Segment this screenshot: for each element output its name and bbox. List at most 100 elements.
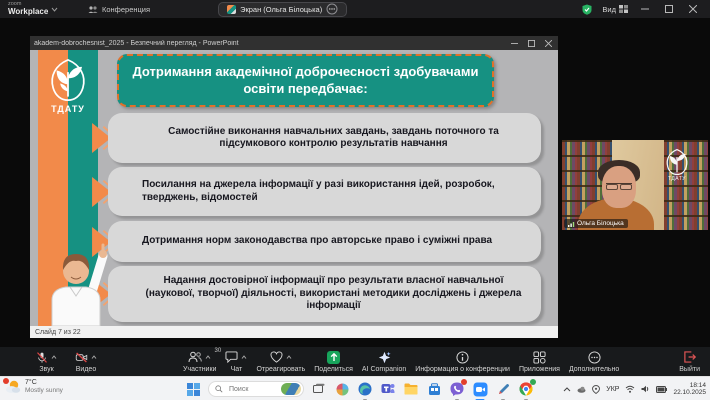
shared-screen-powerpoint: akadem-dobrochesnist_2025 - Безпечний пе…	[30, 36, 558, 338]
clock-time: 18:14	[689, 381, 706, 389]
onedrive-icon[interactable]	[577, 385, 586, 394]
video-button[interactable]: Видео	[75, 351, 97, 373]
tab-screen-share[interactable]: Экран (Ольга Білоцька)	[218, 1, 348, 17]
share-icon	[327, 350, 341, 364]
video-watermark: ТДАТУ	[664, 148, 690, 182]
tdatu-logo-label: ТДАТУ	[51, 104, 85, 114]
participant-video-tile[interactable]: ТДАТУ Ольга Білоцька	[562, 140, 708, 230]
start-button[interactable]	[185, 381, 201, 397]
participants-count-badge: 30	[214, 347, 222, 354]
copilot-icon	[336, 383, 348, 395]
tdatu-leaf-logo	[51, 58, 85, 102]
leave-icon	[684, 351, 697, 363]
task-view-button[interactable]	[311, 381, 327, 397]
participant-name: Ольга Білоцька	[577, 220, 624, 227]
weather-icon	[3, 378, 21, 394]
shield-icon[interactable]	[582, 4, 592, 15]
more-button[interactable]: Дополнительно	[568, 350, 620, 373]
leave-button[interactable]: Выйти	[679, 351, 700, 373]
powerpoint-window-title: akadem-dobrochesnist_2025 - Безпечний пе…	[34, 39, 239, 47]
view-button-label: Вид	[602, 4, 616, 14]
mic-muted-icon	[37, 351, 47, 363]
minimize-icon	[641, 8, 649, 10]
tab-meeting[interactable]: Конференция	[80, 0, 158, 18]
chat-icon	[225, 351, 238, 363]
share-screen-button[interactable]: Поделиться	[314, 350, 353, 373]
copilot-button[interactable]	[334, 381, 350, 397]
viber-icon[interactable]	[449, 379, 467, 400]
location-icon[interactable]	[592, 384, 601, 394]
tdatu-logo: ТДАТУ	[36, 58, 100, 114]
info-icon	[456, 350, 469, 364]
participants-button[interactable]: 30 Участники	[183, 348, 221, 373]
search-icon	[215, 385, 223, 393]
screen-thumbnail	[227, 4, 237, 14]
task-view-icon	[313, 383, 325, 393]
video-label: Видео	[75, 365, 97, 373]
chat-button[interactable]: Чат	[225, 351, 247, 373]
heart-icon	[270, 351, 283, 363]
search-input[interactable]	[227, 384, 273, 394]
ai-companion-label: AI Companion	[361, 365, 407, 373]
zoom-titlebar: zoom Workplace Конференция Экран (Ольга …	[0, 0, 710, 18]
ai-companion-button[interactable]: AI Companion	[362, 351, 406, 373]
apps-icon	[533, 350, 546, 364]
teams-icon[interactable]	[380, 381, 396, 397]
chat-label: Чат	[230, 365, 243, 373]
person-illustration	[51, 243, 108, 326]
meeting-info-button[interactable]: Информация о конференции	[415, 350, 510, 373]
slide-bullet: Надання достовірної інформації про резул…	[108, 266, 541, 322]
chevron-up-icon[interactable]	[91, 355, 97, 359]
camera-muted-icon	[75, 352, 88, 362]
chevron-up-icon[interactable]	[241, 355, 247, 359]
taskbar-clock[interactable]: 18:14 22.10.2025	[673, 382, 706, 397]
maximize-icon	[665, 5, 673, 13]
participants-label: Участники	[183, 365, 217, 373]
chevron-up-icon[interactable]	[286, 355, 292, 359]
react-button[interactable]: Отреагировать	[256, 351, 305, 373]
watermark-label: ТДАТУ	[668, 176, 686, 182]
taskbar-search[interactable]	[208, 381, 304, 397]
ai-companion-icon	[378, 351, 391, 363]
weather-widget[interactable]: 7°C Mostly sunny	[3, 378, 63, 395]
tray-caret-icon[interactable]	[563, 386, 571, 392]
file-explorer-icon[interactable]	[403, 381, 419, 397]
edge-icon[interactable]	[357, 381, 373, 400]
slide-bullet: Посилання на джерела інформації у разі в…	[108, 167, 541, 216]
participant-name-label: Ольга Білоцька	[564, 219, 628, 228]
slide-bullet: Дотримання норм законодавства про авторс…	[108, 221, 541, 262]
react-label: Отреагировать	[256, 365, 306, 373]
search-daily-image[interactable]	[281, 383, 301, 395]
leave-label: Выйти	[679, 365, 700, 373]
chevron-up-icon[interactable]	[51, 355, 57, 359]
ellipsis-icon[interactable]	[326, 3, 338, 15]
powerpoint-statusbar: Слайд 7 из 22	[30, 326, 558, 338]
maximize-button[interactable]	[662, 2, 676, 16]
minimize-button[interactable]	[638, 2, 652, 16]
battery-icon[interactable]	[656, 385, 668, 393]
tdatu-leaf-logo	[666, 148, 688, 176]
zoom-workplace-menu[interactable]: zoom Workplace	[0, 2, 72, 16]
apps-button[interactable]: Приложения	[519, 350, 560, 373]
zoom-workplace-window: zoom Workplace Конференция Экран (Ольга …	[0, 0, 710, 400]
chevron-up-icon[interactable]	[205, 355, 211, 359]
zoom-app-icon[interactable]	[472, 381, 488, 400]
chevron-down-icon	[51, 7, 58, 12]
language-indicator[interactable]: УКР	[606, 386, 619, 393]
wifi-icon[interactable]	[625, 385, 635, 393]
share-label: Поделиться	[314, 365, 353, 373]
pen-app-icon[interactable]	[495, 381, 511, 400]
powerpoint-titlebar: akadem-dobrochesnist_2025 - Безпечний пе…	[30, 36, 558, 50]
glasses	[606, 183, 632, 190]
microsoft-store-icon[interactable]	[426, 381, 442, 397]
participants-icon	[188, 351, 203, 363]
view-button[interactable]: Вид	[602, 5, 628, 14]
windows-taskbar: 7°C Mostly sunny Поиск УКР 18:14 22.10.2…	[0, 376, 710, 400]
more-icon	[588, 350, 601, 364]
mute-button[interactable]: Звук	[36, 351, 57, 373]
chrome-icon[interactable]	[518, 379, 536, 400]
clock-date: 22.10.2025	[673, 389, 706, 396]
more-label: Дополнительно	[568, 365, 620, 373]
close-button[interactable]	[686, 2, 700, 16]
volume-icon[interactable]	[641, 385, 650, 393]
